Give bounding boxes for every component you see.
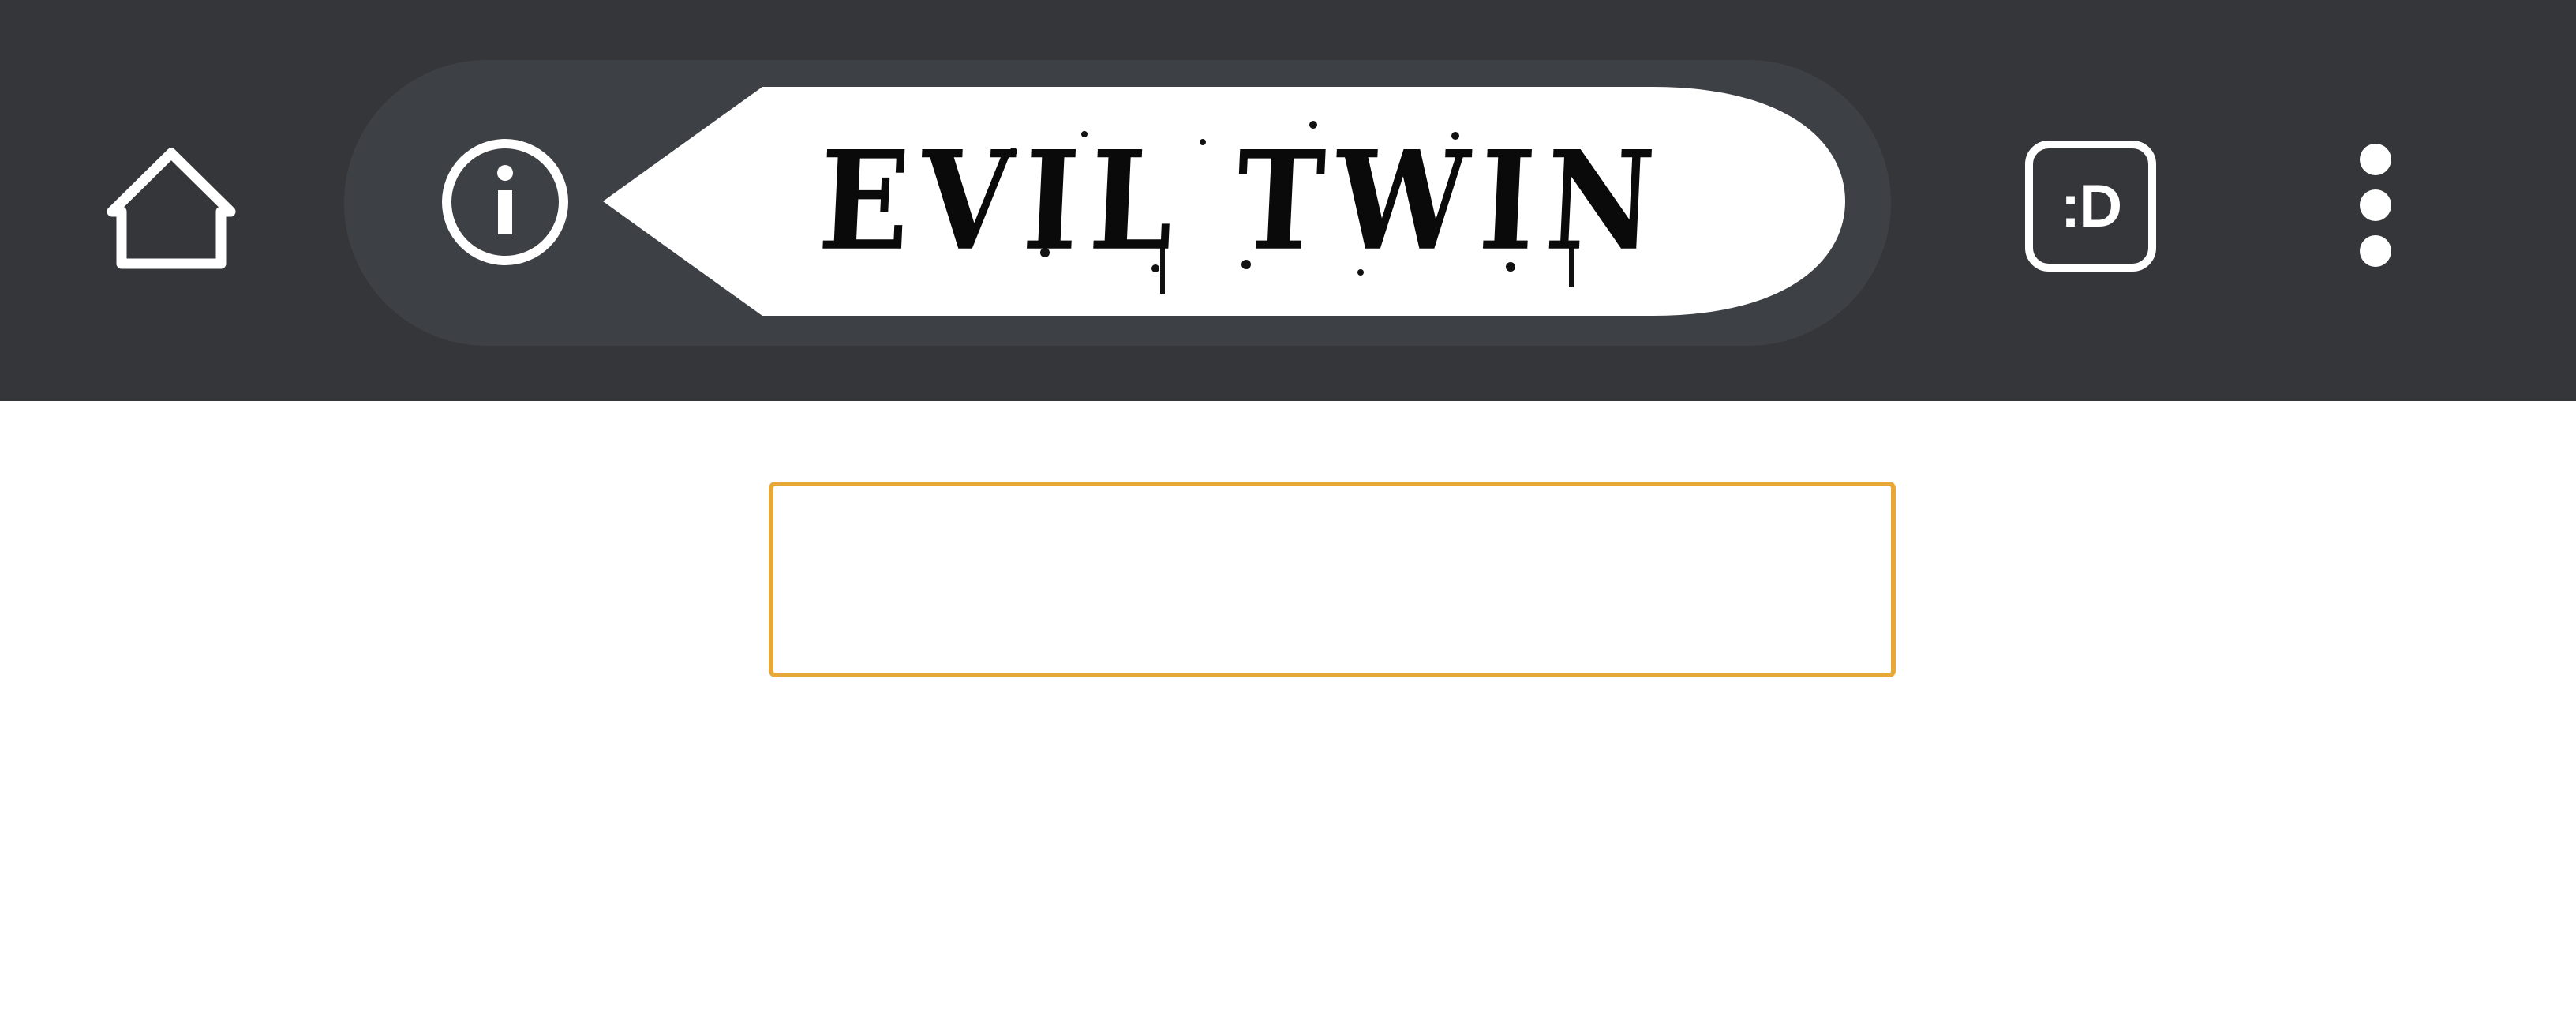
evil-twin-logo: EVIL TWIN xyxy=(815,121,1669,282)
home-button[interactable] xyxy=(96,131,246,281)
search-input[interactable] xyxy=(769,482,1896,677)
site-info-button[interactable] xyxy=(436,133,575,272)
page-title-badge: EVIL TWIN xyxy=(603,87,1845,316)
browser-toolbar: EVIL TWIN :D xyxy=(0,0,2576,401)
address-bar[interactable]: EVIL TWIN xyxy=(344,60,1891,346)
home-icon xyxy=(107,148,236,269)
menu-button[interactable] xyxy=(2334,139,2417,273)
tab-switcher-button[interactable]: :D xyxy=(2022,137,2156,272)
info-icon xyxy=(442,139,568,265)
tab-switcher-label: :D xyxy=(2025,141,2156,272)
page-content xyxy=(0,401,2576,1016)
